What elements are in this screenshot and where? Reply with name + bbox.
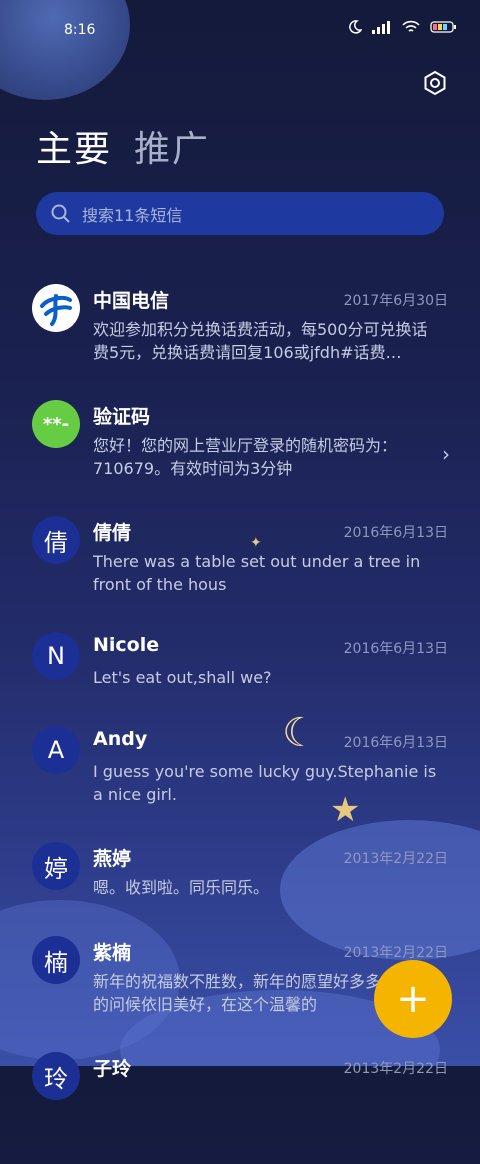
tab-promotions[interactable]: 推广 — [134, 120, 210, 172]
message-snippet: 欢迎参加积分兑换话费活动，每500分可兑换话费5元，兑换话费请回复106或jfd… — [93, 320, 428, 362]
search-placeholder: 搜索11条短信 — [82, 205, 183, 225]
message-sender: 紫楠 — [93, 942, 132, 964]
message-date: 2016年6月13日 — [343, 641, 448, 657]
message-snippet: There was a table set out under a tree i… — [93, 552, 421, 594]
message-sender: Nicole — [93, 634, 160, 656]
message-date: 2013年2月22日 — [343, 945, 448, 961]
message-date: 2013年2月22日 — [343, 1061, 448, 1077]
status-time: 8:16 — [64, 22, 96, 38]
message-sender: 验证码 — [93, 406, 151, 428]
search-icon — [51, 204, 70, 223]
message-date: 2013年2月22日 — [343, 851, 448, 867]
avatar: 倩 — [32, 516, 80, 564]
message-date: 2016年6月13日 — [343, 735, 448, 751]
message-snippet: 嗯。收到啦。同乐同乐。 — [93, 878, 270, 897]
signal-icon — [372, 21, 390, 34]
avatar: 楠 — [32, 936, 80, 984]
tab-main[interactable]: 主要 — [36, 120, 112, 172]
avatar: 婷 — [32, 842, 80, 890]
tab-bar: 主要 推广 — [36, 120, 210, 172]
message-item-china-telecom[interactable]: 中国电信 2017年6月30日 欢迎参加积分兑换话费活动，每500分可兑换话费5… — [0, 280, 480, 396]
message-sender: 燕婷 — [93, 848, 132, 870]
moon-icon — [349, 20, 362, 34]
status-icons — [348, 20, 456, 34]
new-message-button[interactable]: + — [374, 960, 452, 1038]
message-sender: 中国电信 — [93, 290, 170, 312]
message-item-andy[interactable]: A Andy 2016年6月13日 I guess you're some lu… — [0, 722, 480, 838]
battery-icon — [430, 21, 456, 33]
message-sender: 倩倩 — [93, 522, 132, 544]
status-bar: 8:16 — [0, 0, 480, 62]
wifi-icon — [402, 20, 420, 32]
message-item-verification-code[interactable]: **- 验证码 您好！您的网上营业厅登录的随机密码为：710679。有效时间为3… — [0, 396, 480, 512]
message-item-qianqian[interactable]: 倩 倩倩 2016年6月13日 There was a table set ou… — [0, 512, 480, 628]
search-bar[interactable]: 搜索11条短信 — [36, 192, 444, 235]
chevron-right-icon[interactable]: › — [442, 442, 450, 466]
settings-icon[interactable] — [422, 70, 448, 96]
message-item-ziling[interactable]: 玲 子玲 2013年2月22日 — [0, 1048, 480, 1164]
message-snippet: 您好！您的网上营业厅登录的随机密码为：710679。有效时间为3分钟 — [93, 436, 398, 478]
message-sender: Andy — [93, 728, 148, 750]
message-item-yanting[interactable]: 婷 燕婷 2013年2月22日 嗯。收到啦。同乐同乐。 — [0, 838, 480, 932]
avatar: A — [32, 726, 80, 774]
avatar: N — [32, 632, 80, 680]
message-item-nicole[interactable]: N Nicole 2016年6月13日 Let's eat out,shall … — [0, 628, 480, 722]
china-telecom-logo-icon — [32, 284, 80, 332]
message-sender: 子玲 — [93, 1058, 132, 1080]
message-snippet: Let's eat out,shall we? — [93, 668, 272, 687]
message-date: 2017年6月30日 — [343, 293, 448, 309]
avatar: 玲 — [32, 1052, 80, 1100]
avatar: **- — [32, 400, 80, 448]
message-snippet: I guess you're some lucky guy.Stephanie … — [93, 762, 437, 804]
message-date: 2016年6月13日 — [343, 525, 448, 541]
